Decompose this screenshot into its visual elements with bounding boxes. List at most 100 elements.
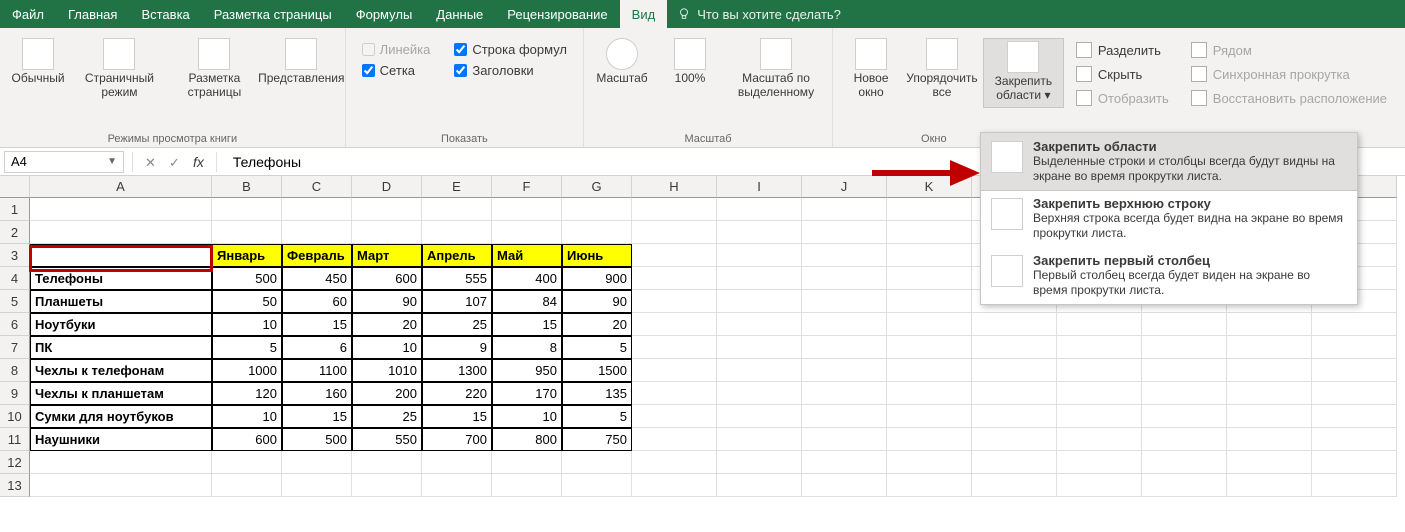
cell[interactable] xyxy=(972,313,1057,336)
tab-insert[interactable]: Вставка xyxy=(129,0,201,28)
cell[interactable]: 50 xyxy=(212,290,282,313)
reset-position-button[interactable]: Восстановить расположение xyxy=(1187,88,1391,108)
cell[interactable] xyxy=(1057,428,1142,451)
cell[interactable]: Чехлы к телефонам xyxy=(30,359,212,382)
cell[interactable]: Июнь xyxy=(562,244,632,267)
column-header[interactable]: C xyxy=(282,176,352,198)
cell[interactable] xyxy=(632,244,717,267)
sync-scroll-button[interactable]: Синхронная прокрутка xyxy=(1187,64,1391,84)
cell[interactable]: 120 xyxy=(212,382,282,405)
cell[interactable] xyxy=(717,198,802,221)
formula-input[interactable]: Телефоны xyxy=(221,154,301,170)
cell[interactable] xyxy=(1057,313,1142,336)
cell[interactable] xyxy=(802,221,887,244)
cell[interactable] xyxy=(1312,451,1397,474)
cell[interactable] xyxy=(887,451,972,474)
cell[interactable] xyxy=(1227,428,1312,451)
cell[interactable] xyxy=(1227,313,1312,336)
cell[interactable] xyxy=(632,313,717,336)
cell[interactable] xyxy=(1142,405,1227,428)
side-by-side-button[interactable]: Рядом xyxy=(1187,40,1391,60)
cell[interactable] xyxy=(562,474,632,497)
cell[interactable] xyxy=(30,244,212,267)
cell[interactable] xyxy=(632,405,717,428)
cell[interactable] xyxy=(802,336,887,359)
cell[interactable] xyxy=(632,359,717,382)
cell[interactable]: 25 xyxy=(352,405,422,428)
cell[interactable]: 450 xyxy=(282,267,352,290)
cell[interactable]: 200 xyxy=(352,382,422,405)
cell[interactable] xyxy=(1142,428,1227,451)
row-header[interactable]: 2 xyxy=(0,221,30,244)
cell[interactable]: 600 xyxy=(352,267,422,290)
cell[interactable] xyxy=(887,198,972,221)
cell[interactable]: 15 xyxy=(422,405,492,428)
cell[interactable]: Апрель xyxy=(422,244,492,267)
cell[interactable]: Планшеты xyxy=(30,290,212,313)
cell[interactable] xyxy=(212,451,282,474)
tab-view[interactable]: Вид xyxy=(620,0,668,28)
cell[interactable] xyxy=(717,290,802,313)
cell[interactable]: ПК xyxy=(30,336,212,359)
cell[interactable] xyxy=(802,290,887,313)
normal-view-button[interactable]: Обычный xyxy=(8,36,68,102)
freeze-panes-option[interactable]: Закрепить областиВыделенные строки и сто… xyxy=(980,132,1358,191)
freeze-first-column-option[interactable]: Закрепить первый столбецПервый столбец в… xyxy=(981,247,1357,304)
cell[interactable]: 15 xyxy=(492,313,562,336)
cell[interactable]: 400 xyxy=(492,267,562,290)
cell[interactable] xyxy=(422,451,492,474)
headings-checkbox[interactable]: Заголовки xyxy=(454,63,567,78)
column-header[interactable]: I xyxy=(717,176,802,198)
zoom-100-button[interactable]: 100% xyxy=(660,36,720,102)
cell[interactable] xyxy=(1227,451,1312,474)
cell[interactable]: 60 xyxy=(282,290,352,313)
cell[interactable] xyxy=(1227,405,1312,428)
zoom-selection-button[interactable]: Масштаб по выделенному xyxy=(728,36,824,102)
page-layout-view-button[interactable]: Разметка страницы xyxy=(171,36,258,102)
custom-views-button[interactable]: Представления xyxy=(266,36,337,102)
cell[interactable] xyxy=(887,244,972,267)
cell[interactable] xyxy=(1142,451,1227,474)
cell[interactable]: 220 xyxy=(422,382,492,405)
cell[interactable] xyxy=(717,359,802,382)
cell[interactable] xyxy=(972,359,1057,382)
cell[interactable]: 900 xyxy=(562,267,632,290)
cell[interactable] xyxy=(352,451,422,474)
cell[interactable] xyxy=(562,198,632,221)
cell[interactable] xyxy=(632,221,717,244)
cell[interactable]: 700 xyxy=(422,428,492,451)
cell[interactable] xyxy=(1057,474,1142,497)
cell[interactable] xyxy=(1312,336,1397,359)
cell[interactable] xyxy=(887,359,972,382)
cell[interactable] xyxy=(1227,359,1312,382)
cell[interactable] xyxy=(717,382,802,405)
column-header[interactable]: E xyxy=(422,176,492,198)
row-header[interactable]: 4 xyxy=(0,267,30,290)
cell[interactable]: 500 xyxy=(282,428,352,451)
cancel-icon[interactable]: ✕ xyxy=(145,155,159,169)
cell[interactable] xyxy=(282,221,352,244)
cell[interactable] xyxy=(30,474,212,497)
cell[interactable] xyxy=(972,474,1057,497)
cell[interactable]: 10 xyxy=(352,336,422,359)
freeze-panes-button[interactable]: Закрепить области ▾ xyxy=(983,38,1064,108)
cell[interactable]: 90 xyxy=(562,290,632,313)
cell[interactable]: Телефоны xyxy=(30,267,212,290)
cell[interactable] xyxy=(972,428,1057,451)
cell[interactable] xyxy=(887,290,972,313)
cell[interactable]: 1000 xyxy=(212,359,282,382)
cell[interactable] xyxy=(212,198,282,221)
cell[interactable]: 600 xyxy=(212,428,282,451)
cell[interactable]: 15 xyxy=(282,405,352,428)
cell[interactable]: 90 xyxy=(352,290,422,313)
cell[interactable] xyxy=(632,382,717,405)
cell[interactable]: 25 xyxy=(422,313,492,336)
cell[interactable]: 1300 xyxy=(422,359,492,382)
cell[interactable]: 20 xyxy=(562,313,632,336)
cell[interactable] xyxy=(972,451,1057,474)
column-header[interactable]: K xyxy=(887,176,972,198)
cell[interactable] xyxy=(212,474,282,497)
cell[interactable]: 1010 xyxy=(352,359,422,382)
cell[interactable] xyxy=(802,267,887,290)
tab-home[interactable]: Главная xyxy=(56,0,129,28)
